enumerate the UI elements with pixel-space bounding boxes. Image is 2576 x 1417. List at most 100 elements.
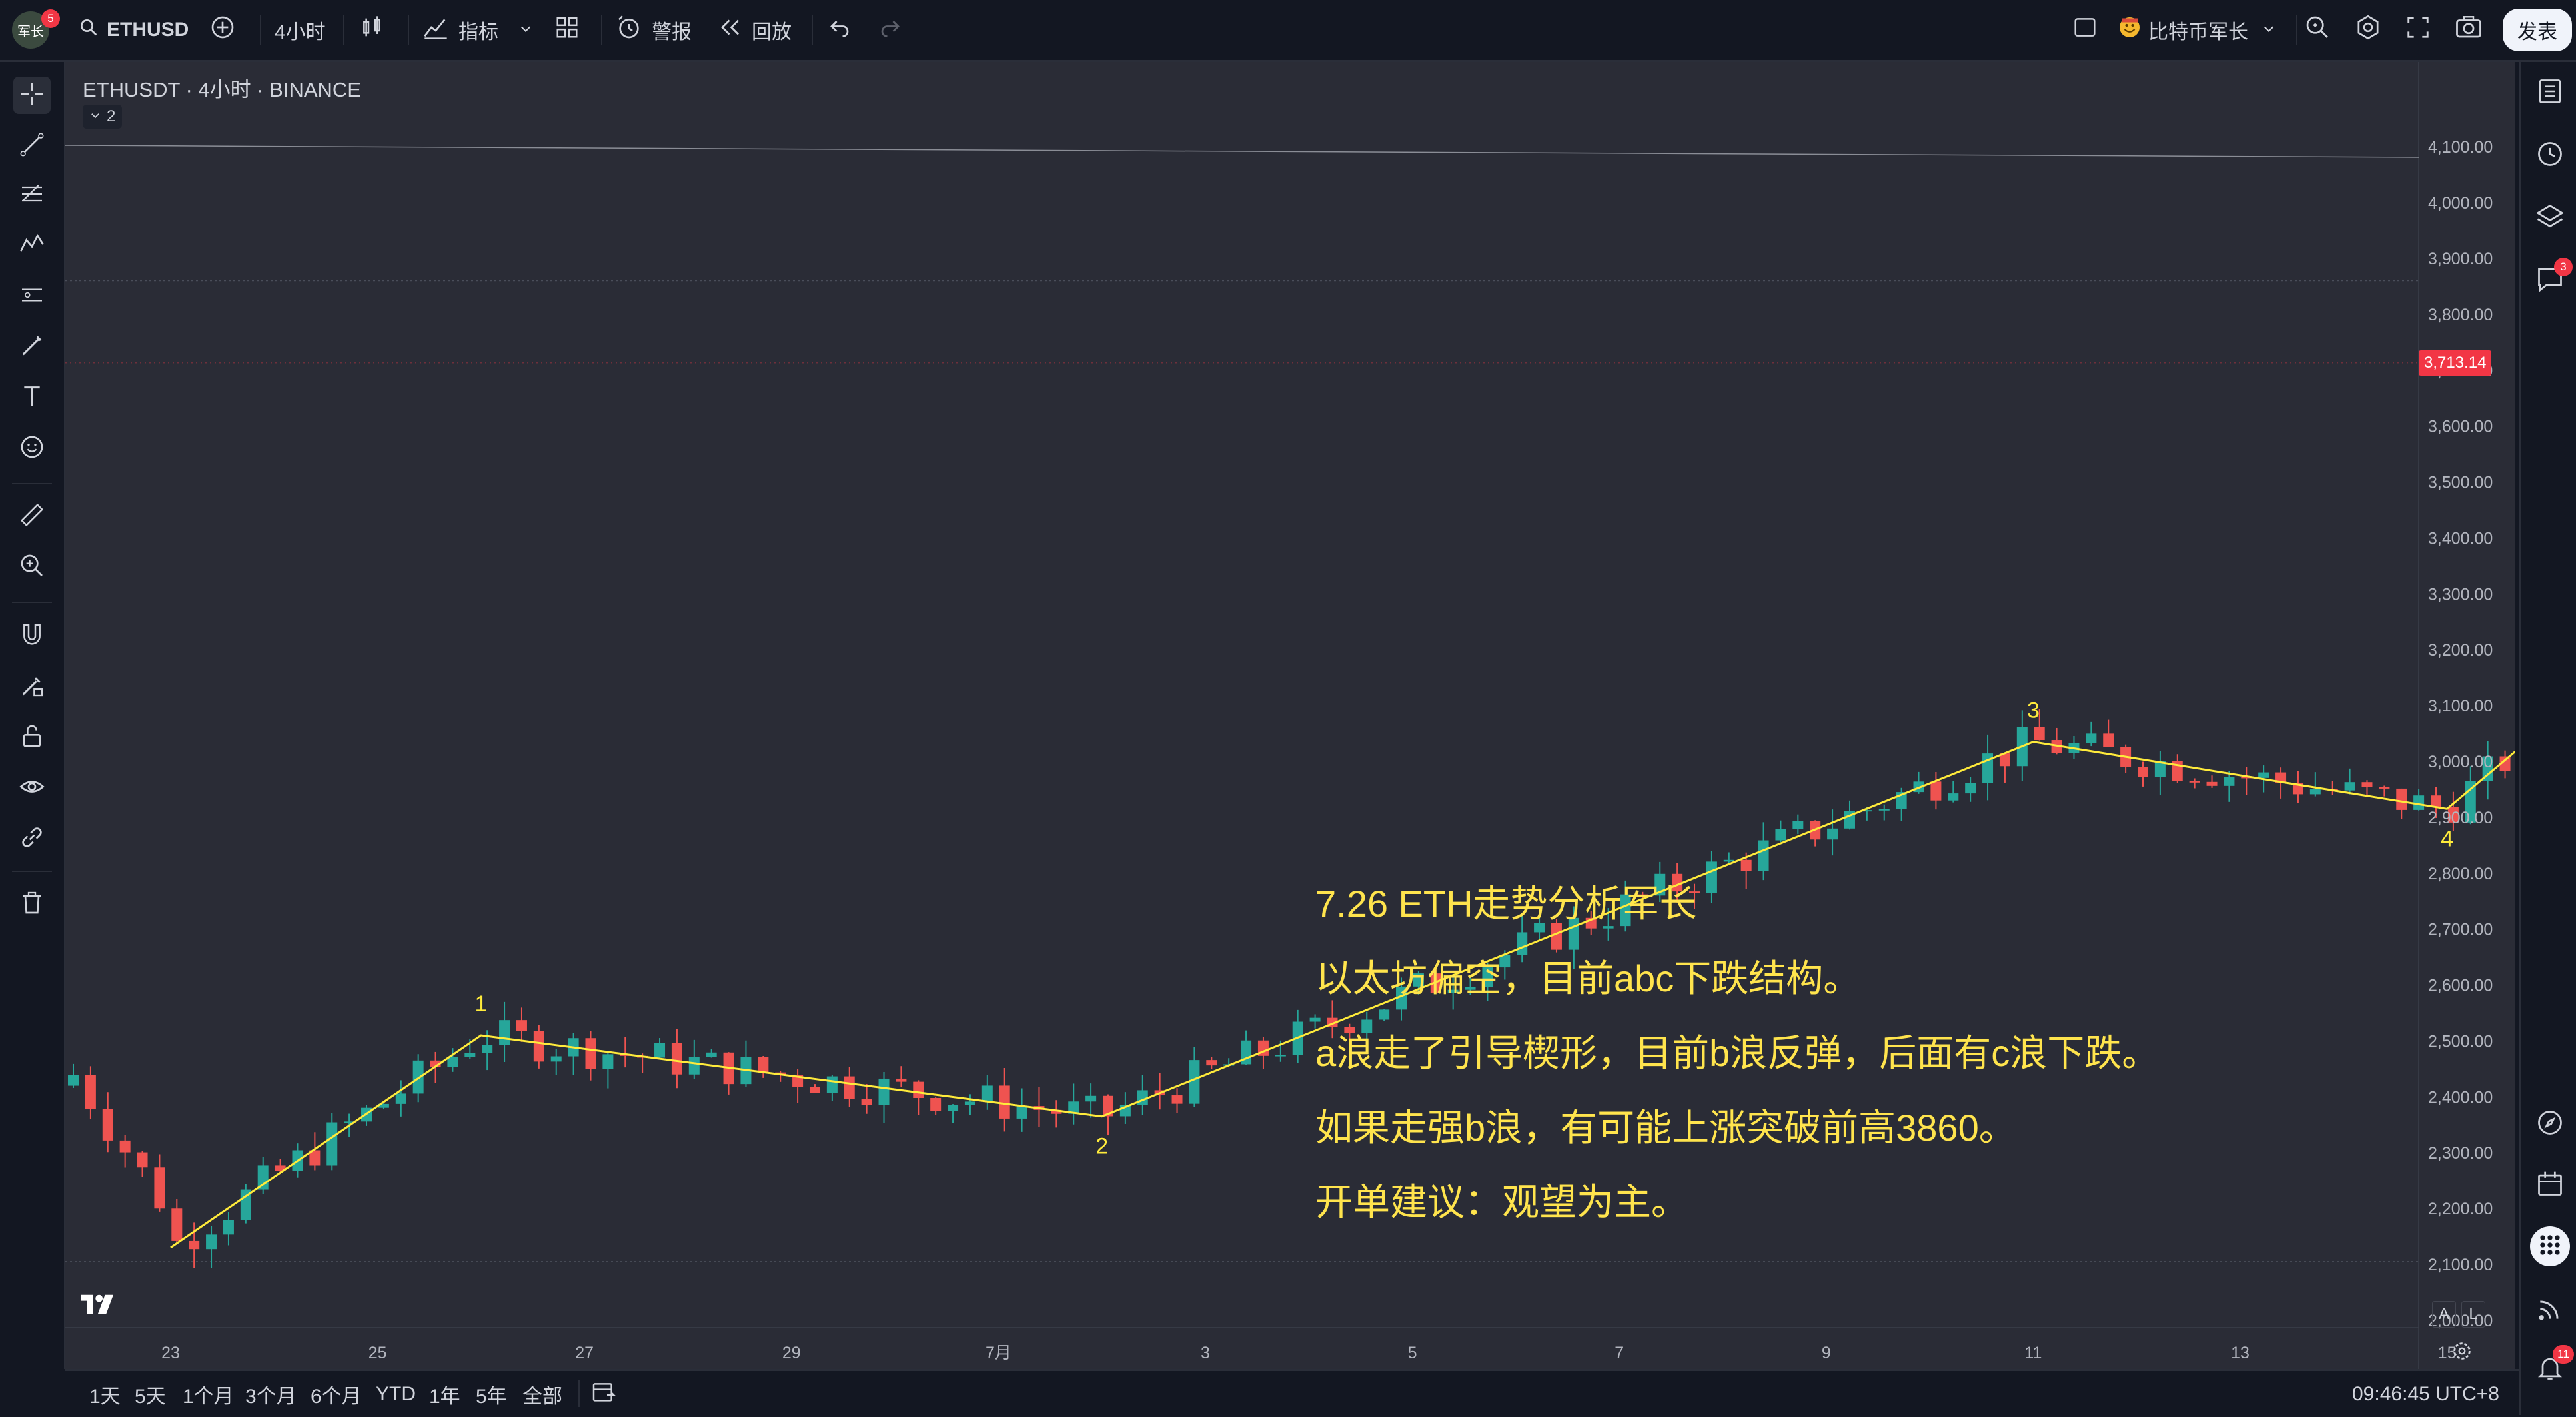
trend-line-tool[interactable] <box>13 127 51 165</box>
emoji-face-icon <box>2118 15 2142 45</box>
calendar-arrow-icon <box>590 1378 617 1410</box>
log-scale-button[interactable]: L <box>2461 1301 2485 1328</box>
wave-label: 2 <box>1095 1134 1108 1159</box>
lock-tool[interactable] <box>13 719 51 756</box>
chevron-down-icon <box>89 107 101 126</box>
chat-button[interactable]: 3 <box>2530 258 2573 300</box>
indicators-dropdown[interactable] <box>518 0 533 60</box>
candle-body <box>1827 828 1838 840</box>
pattern-icon <box>19 231 45 261</box>
candle-body <box>1275 1055 1286 1057</box>
undo-button[interactable] <box>828 0 852 60</box>
chat-badge: 3 <box>2554 258 2573 276</box>
magnet-icon <box>19 622 45 652</box>
notifications-button[interactable]: 11 <box>2530 1345 2574 1389</box>
candle-body <box>482 1045 493 1053</box>
crosshair-tool[interactable] <box>13 77 51 114</box>
zoom-tool[interactable] <box>13 548 51 586</box>
tradingview-logo[interactable] <box>81 1292 124 1320</box>
time-tick-label: 7 <box>1614 1344 1624 1362</box>
candle-body <box>1206 1060 1217 1066</box>
candle-body <box>2103 733 2114 747</box>
candle-body <box>137 1152 148 1168</box>
chart-type-button[interactable] <box>358 0 385 60</box>
chart-pane[interactable]: 12345abc 4,100.004,000.003,900.003,800.0… <box>65 62 2515 1369</box>
ideas-button[interactable] <box>2530 1104 2570 1144</box>
magnet-tool[interactable] <box>13 618 51 655</box>
sync-drawings-tool[interactable] <box>13 820 51 857</box>
visibility-tool[interactable] <box>13 769 51 807</box>
streams-button[interactable] <box>2530 1290 2570 1330</box>
measure-tool[interactable] <box>13 498 51 535</box>
candle-body <box>395 1093 406 1104</box>
price-tick-label: 3,000.00 <box>2428 753 2493 771</box>
candle-body <box>533 1031 544 1062</box>
range-ytd[interactable]: YTD <box>376 1371 416 1417</box>
interval-button[interactable]: 4小时 <box>275 0 326 60</box>
price-tick-label: 4,000.00 <box>2428 194 2493 213</box>
layers-button[interactable] <box>2530 198 2570 238</box>
note-line-4: 如果走强b浪，有可能上涨突破前高3860。 <box>1315 1107 2016 1149</box>
range-5y[interactable]: 5年 <box>476 1371 507 1417</box>
brush-tool[interactable] <box>13 328 51 366</box>
price-tick-label: 2,700.00 <box>2428 921 2493 939</box>
price-tick-label: 3,800.00 <box>2428 306 2493 324</box>
apps-button[interactable] <box>2530 1226 2570 1266</box>
range-1m[interactable]: 1个月 <box>183 1371 234 1417</box>
drawing-mode-tool[interactable] <box>13 668 51 706</box>
range-1d[interactable]: 1天 <box>89 1371 121 1417</box>
price-tick-label: 2,100.00 <box>2428 1256 2493 1274</box>
calendar-button[interactable] <box>2530 1165 2570 1205</box>
analysis-note: 7.26 ETH走势分析军长 以太坊偏空，目前abc下跌结构。 a浪走了引导楔形… <box>1315 867 2159 1240</box>
alert-button[interactable]: 警报 <box>616 0 692 60</box>
price-tick-label: 3,900.00 <box>2428 250 2493 268</box>
templates-button[interactable] <box>554 0 580 60</box>
alerts-panel-button[interactable] <box>2530 135 2570 175</box>
candle-body <box>1775 829 1786 841</box>
layout-square-button[interactable] <box>2072 0 2098 60</box>
snapshot-button[interactable] <box>2455 0 2483 60</box>
time-tick-label: 23 <box>161 1344 180 1362</box>
range-3m[interactable]: 3个月 <box>245 1371 297 1417</box>
auto-scale-button[interactable]: A <box>2432 1301 2456 1328</box>
legend-collapse-button[interactable]: 2 <box>83 105 123 129</box>
candle-body <box>809 1087 820 1093</box>
settings-button[interactable] <box>2355 0 2381 60</box>
current-price-tag: 3,713.14 <box>2419 350 2492 376</box>
candle-body <box>68 1075 79 1086</box>
compare-button[interactable] <box>209 0 236 60</box>
remove-drawings-tool[interactable] <box>13 885 51 923</box>
alarm-clock-icon <box>616 14 642 46</box>
range-all[interactable]: 全部 <box>522 1371 562 1417</box>
alert-label: 警报 <box>652 21 692 43</box>
range-5d[interactable]: 5天 <box>135 1371 166 1417</box>
goto-date-button[interactable] <box>590 1371 617 1417</box>
chart-settings-button[interactable] <box>2451 1340 2473 1366</box>
time-tick-label: 11 <box>2024 1344 2042 1362</box>
fib-tool[interactable] <box>13 177 51 214</box>
candle-body <box>1948 793 1959 801</box>
price-tick-label: 2,400.00 <box>2428 1088 2493 1107</box>
fullscreen-button[interactable] <box>2405 0 2431 60</box>
clock-display[interactable]: 09:46:45 UTC+8 <box>2352 1371 2499 1417</box>
quick-search-button[interactable] <box>2304 0 2331 60</box>
square-icon <box>2072 15 2098 45</box>
replay-button[interactable]: 回放 <box>718 0 792 60</box>
price-tick-label: 3,300.00 <box>2428 585 2493 604</box>
range-1y[interactable]: 1年 <box>429 1371 460 1417</box>
publish-button[interactable]: 发表 <box>2503 0 2572 60</box>
wave-label: 4 <box>2441 826 2453 851</box>
emoji-tool[interactable] <box>13 430 51 467</box>
price-tick-label: 3,500.00 <box>2428 474 2493 492</box>
range-6m[interactable]: 6个月 <box>311 1371 362 1417</box>
redo-button[interactable] <box>878 0 902 60</box>
avatar[interactable]: 军长 5 <box>12 0 60 60</box>
forecast-tool[interactable] <box>13 278 51 315</box>
layout-name-button[interactable]: 比特币军长 <box>2118 0 2276 60</box>
watchlist-button[interactable] <box>2530 73 2570 113</box>
text-tool[interactable] <box>13 379 51 416</box>
indicators-button[interactable]: 指标 <box>422 0 498 60</box>
pattern-tool[interactable] <box>13 227 51 264</box>
trash-icon <box>19 889 45 919</box>
symbol-search[interactable]: ETHUSD <box>79 0 189 60</box>
